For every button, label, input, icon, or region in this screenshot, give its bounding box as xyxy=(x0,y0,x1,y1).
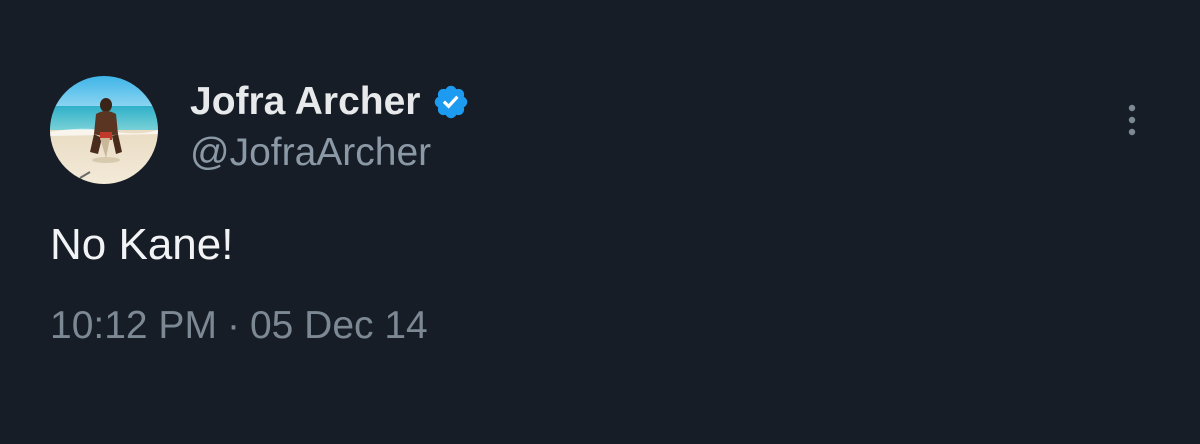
more-options-button[interactable] xyxy=(1112,96,1152,144)
tweet-text: No Kane! xyxy=(50,220,234,269)
more-vertical-icon xyxy=(1128,104,1136,136)
author-display-name[interactable]: Jofra Archer xyxy=(190,80,420,124)
verified-badge-icon[interactable] xyxy=(432,83,470,121)
tweet-timestamp[interactable]: 10:12 PM · 05 Dec 14 xyxy=(50,304,428,348)
avatar[interactable] xyxy=(50,76,158,184)
tweet-date[interactable]: 05 Dec 14 xyxy=(250,304,428,348)
author-handle[interactable]: @JofraArcher xyxy=(190,131,431,175)
avatar-photo xyxy=(50,76,158,184)
tweet-card: Jofra Archer @JofraArcher No Kane! 10:12… xyxy=(0,0,1200,444)
meta-separator: · xyxy=(226,304,240,347)
author-name-row: Jofra Archer xyxy=(190,78,470,126)
tweet-time[interactable]: 10:12 PM xyxy=(50,304,217,348)
